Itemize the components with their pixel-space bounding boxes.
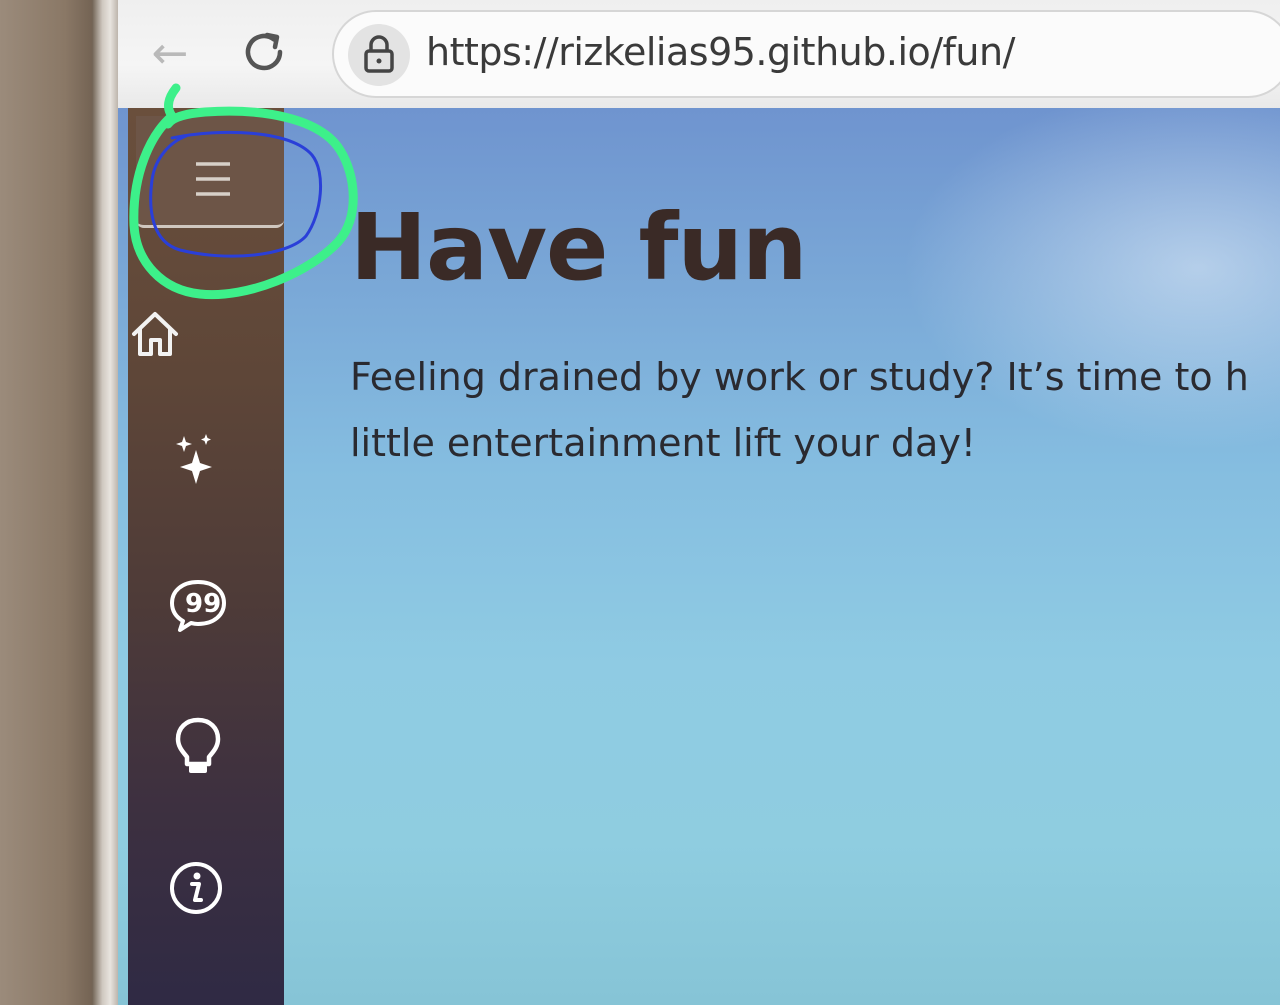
web-page: 99 Have fun Feeling drained by work or s… xyxy=(118,108,1280,1005)
page-description: Feeling drained by work or study? It’s t… xyxy=(350,344,1280,476)
back-button[interactable]: ← xyxy=(144,28,196,80)
nav-info[interactable] xyxy=(166,858,226,918)
reload-icon xyxy=(245,32,283,71)
address-bar[interactable]: https://rizkelias95.github.io/fun/ xyxy=(332,10,1280,98)
sidebar: 99 xyxy=(128,108,284,1005)
main-content: Have fun Feeling drained by work or stud… xyxy=(350,188,1280,476)
reload-button[interactable] xyxy=(236,24,292,80)
hamburger-menu-icon xyxy=(196,162,230,196)
nav-quotes[interactable]: 99 xyxy=(166,576,230,636)
browser-toolbar: ← https://rizkelias95.github.io/fun/ xyxy=(118,0,1280,108)
arrow-left-icon: ← xyxy=(151,28,189,79)
quote-chat-icon: 99 xyxy=(170,580,226,632)
page-title: Have fun xyxy=(350,194,808,301)
lock-icon xyxy=(364,35,394,73)
description-line-1: Feeling drained by work or study? It’s t… xyxy=(350,355,1249,399)
url-text[interactable]: https://rizkelias95.github.io/fun/ xyxy=(426,30,1015,74)
nav-ideas[interactable] xyxy=(170,714,226,776)
svg-text:99: 99 xyxy=(185,589,221,619)
lightbulb-icon xyxy=(175,717,221,773)
info-icon xyxy=(170,862,222,914)
site-info-button[interactable] xyxy=(348,24,410,86)
nav-home[interactable] xyxy=(128,304,188,364)
home-icon xyxy=(132,312,178,356)
sparkles-icon xyxy=(176,434,212,484)
description-line-2: little entertainment lift your day! xyxy=(350,421,977,465)
monitor-bezel-edge xyxy=(92,0,118,1005)
menu-button[interactable] xyxy=(136,116,284,228)
nav-fun[interactable] xyxy=(166,430,226,490)
